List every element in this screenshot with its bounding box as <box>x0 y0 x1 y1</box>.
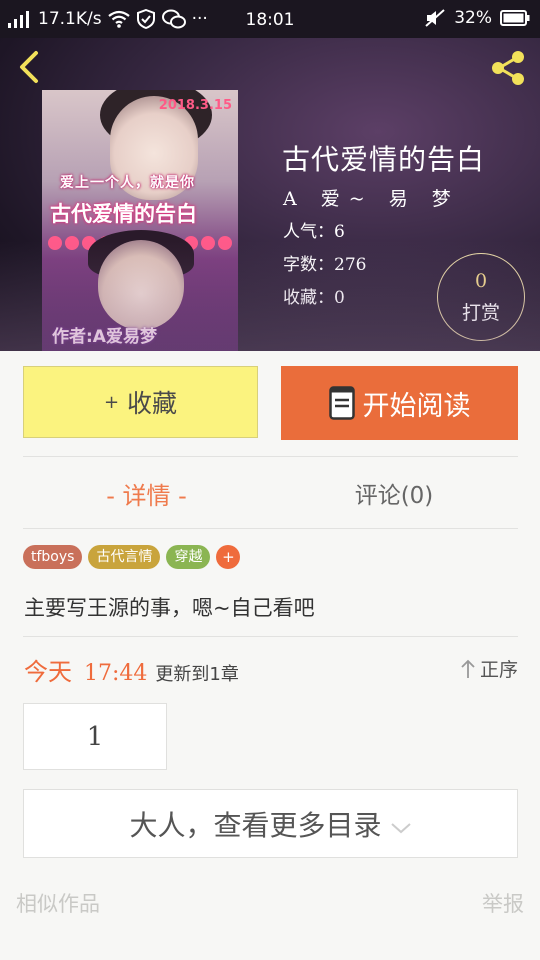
divider <box>23 636 518 637</box>
battery-icon <box>500 10 530 26</box>
add-tag-button[interactable]: + <box>216 545 241 569</box>
cover-tagline: 爱上一个人，就是你 <box>60 175 195 191</box>
chapter-item[interactable]: 1 <box>23 703 167 770</box>
start-reading-button[interactable]: 开始阅读 <box>281 366 518 440</box>
book-author[interactable]: A 爱~ 易 梦 <box>283 184 460 211</box>
collect-button[interactable]: + 收藏 <box>23 366 258 438</box>
chevron-down-icon <box>390 822 411 833</box>
book-favorites: 收藏：0 <box>283 288 345 308</box>
divider <box>23 456 518 457</box>
collect-plus-icon: + <box>103 391 120 413</box>
reward-button[interactable]: 0 打赏 <box>437 253 525 341</box>
report-link[interactable]: 举报 <box>482 888 524 918</box>
mute-icon <box>425 9 445 27</box>
divider <box>23 528 518 529</box>
book-popularity: 人气：6 <box>283 222 345 242</box>
tag-time-travel[interactable]: 穿越 <box>166 545 211 569</box>
update-info: 今天 17:44 更新到1章 <box>24 652 239 687</box>
arrow-up-icon <box>461 659 475 678</box>
tag-tfboys[interactable]: tfboys <box>23 545 83 569</box>
cover-author: 作者:A爱易梦 <box>52 327 157 347</box>
more-catalog-button[interactable]: 大人，查看更多目录 <box>23 789 518 858</box>
reward-count: 0 <box>474 270 488 292</box>
update-note: 更新到1章 <box>155 664 239 685</box>
back-chevron-icon[interactable] <box>14 50 44 84</box>
cover-figure2-hair <box>88 230 194 278</box>
book-icon <box>328 386 355 420</box>
cover-figure2-face <box>98 240 184 330</box>
start-reading-label: 开始阅读 <box>362 390 471 422</box>
tag-list: tfboys 古代言情 穿越 + <box>23 545 241 569</box>
tab-detail[interactable]: - 详情 - <box>23 476 270 511</box>
book-word-count: 字数：276 <box>283 255 367 275</box>
book-header: 2018.3.15 爱上一个人，就是你 古代爱情的告白 作者:A爱易梦 古代爱情… <box>0 38 540 351</box>
collect-label: 收藏 <box>127 389 178 418</box>
sort-order-button[interactable]: 正序 <box>460 655 518 682</box>
battery-percent: 32% <box>454 8 492 28</box>
tab-comment[interactable]: 评论(0) <box>270 476 518 510</box>
sort-order-label: 正序 <box>479 659 518 681</box>
book-description: 主要写王源的事，嗯~自己看吧 <box>24 596 315 620</box>
book-cover[interactable]: 2018.3.15 爱上一个人，就是你 古代爱情的告白 作者:A爱易梦 <box>42 90 238 351</box>
book-title: 古代爱情的告白 <box>282 143 486 176</box>
reward-label: 打赏 <box>461 302 500 324</box>
similar-works-heading: 相似作品 <box>16 892 100 916</box>
status-right: 32% <box>424 8 530 28</box>
share-icon[interactable] <box>488 48 528 88</box>
cover-date: 2018.3.15 <box>158 98 232 113</box>
status-bar: 17.1K/s ··· 18:01 32% <box>0 0 540 38</box>
more-catalog-label: 大人，查看更多目录 <box>129 808 382 842</box>
cover-title: 古代爱情的告白 <box>50 202 197 226</box>
update-day: 今天 <box>24 658 72 686</box>
tag-ancient-romance[interactable]: 古代言情 <box>88 545 161 569</box>
update-time: 17:44 <box>84 661 148 686</box>
